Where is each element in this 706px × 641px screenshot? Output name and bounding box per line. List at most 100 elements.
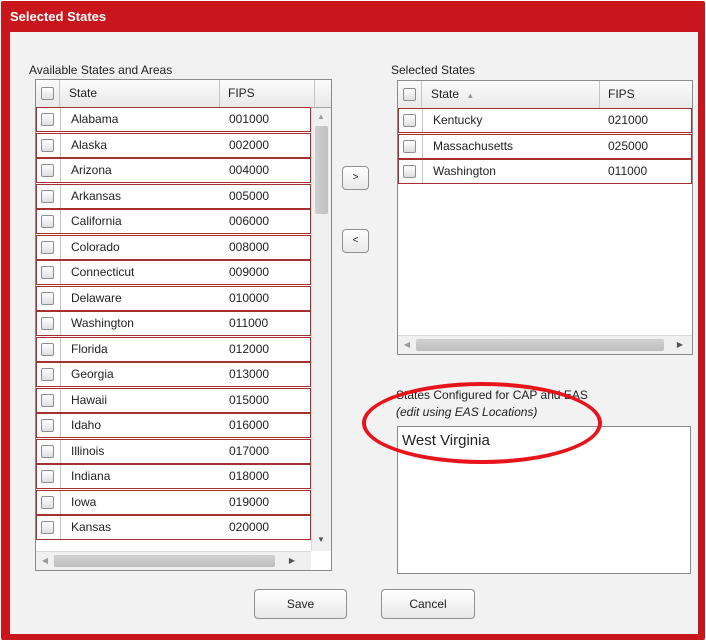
table-row[interactable]: Colorado 008000 — [36, 234, 311, 260]
row-checkbox[interactable] — [41, 138, 54, 152]
row-checkbox[interactable] — [41, 240, 54, 254]
row-checkbox-cell — [399, 134, 423, 158]
fips-code-cell: 019000 — [229, 494, 270, 509]
table-row[interactable]: Florida 012000 — [36, 336, 311, 362]
dialog-frame: Selected States Available States and Are… — [1, 1, 705, 640]
table-row[interactable]: Arkansas 005000 — [36, 183, 311, 209]
state-name-cell: Alaska — [71, 137, 108, 152]
scroll-down-icon[interactable]: ▼ — [315, 534, 327, 546]
fips-code-cell: 015000 — [229, 392, 270, 407]
table-row[interactable]: Alabama 001000 — [36, 107, 311, 132]
row-checkbox[interactable] — [41, 342, 54, 356]
row-checkbox-cell — [37, 133, 61, 157]
scroll-left-icon[interactable]: ◀ — [39, 555, 51, 567]
table-row[interactable]: Washington 011000 — [398, 159, 692, 184]
state-name-cell: Arkansas — [71, 188, 122, 203]
row-checkbox-cell — [399, 109, 423, 132]
table-row[interactable]: Indiana 018000 — [36, 464, 311, 489]
state-name-cell: Idaho — [71, 418, 102, 432]
table-row[interactable]: Massachusetts 025000 — [398, 133, 692, 159]
table-row[interactable]: Washington 011000 — [36, 311, 311, 336]
row-checkbox[interactable] — [41, 495, 54, 509]
row-checkbox-cell — [37, 108, 61, 131]
table-row[interactable]: California 006000 — [36, 209, 311, 234]
row-checkbox-cell — [37, 286, 61, 310]
row-checkbox[interactable] — [41, 368, 54, 381]
row-checkbox-cell — [37, 388, 61, 412]
fips-code-cell: 009000 — [229, 265, 270, 279]
selected-label: Selected States — [391, 63, 476, 77]
available-vertical-scrollbar[interactable]: ▲ ▼ — [311, 108, 331, 551]
scroll-right-icon[interactable]: ▶ — [674, 339, 686, 351]
row-checkbox[interactable] — [41, 291, 54, 305]
row-checkbox[interactable] — [403, 139, 416, 153]
sort-ascending-icon: ▲ — [466, 91, 475, 100]
fips-code-cell: 011000 — [608, 164, 648, 178]
table-row[interactable]: Illinois 017000 — [36, 438, 311, 464]
state-name-cell: Arizona — [71, 163, 112, 177]
table-row[interactable]: Alaska 002000 — [36, 132, 311, 158]
row-checkbox[interactable] — [41, 444, 54, 458]
available-select-all-checkbox[interactable] — [41, 87, 54, 100]
available-col-state[interactable]: State — [60, 80, 220, 107]
state-name-cell: Kansas — [71, 520, 112, 534]
remove-state-button[interactable]: < — [342, 229, 369, 253]
table-row[interactable]: Georgia 013000 — [36, 362, 311, 387]
state-name-cell: Illinois — [71, 443, 105, 458]
row-checkbox-cell — [37, 516, 61, 539]
state-name-cell: Colorado — [71, 239, 120, 254]
row-checkbox[interactable] — [41, 113, 54, 126]
table-row[interactable]: Connecticut 009000 — [36, 260, 311, 285]
row-checkbox[interactable] — [41, 317, 54, 330]
title-bar[interactable]: Selected States — [1, 1, 705, 31]
save-button[interactable]: Save — [254, 589, 347, 619]
state-name-cell: Florida — [71, 341, 108, 356]
state-name-cell: Indiana — [71, 469, 111, 483]
row-checkbox[interactable] — [41, 215, 54, 228]
row-checkbox[interactable] — [41, 266, 54, 279]
selected-col-fips[interactable]: FIPS — [600, 81, 692, 108]
add-state-button[interactable]: > — [342, 166, 369, 190]
row-checkbox[interactable] — [41, 470, 54, 483]
table-row[interactable]: Delaware 010000 — [36, 285, 311, 311]
available-horizontal-scrollbar[interactable]: ◀ ▶ — [36, 551, 311, 570]
scroll-right-icon[interactable]: ▶ — [286, 555, 298, 567]
row-checkbox[interactable] — [403, 114, 416, 127]
row-checkbox-cell — [37, 235, 61, 259]
fips-code-cell: 021000 — [608, 113, 649, 127]
row-checkbox[interactable] — [41, 393, 54, 407]
fips-code-cell: 001000 — [229, 112, 270, 126]
available-grid: State FIPS Alabama 001000 Alaska 002000 Ariz… — [35, 79, 332, 571]
available-header: State FIPS — [36, 80, 331, 108]
table-row[interactable]: Kansas 020000 — [36, 515, 311, 540]
highlight-ellipse — [362, 382, 602, 464]
selected-hscroll-thumb[interactable] — [416, 339, 664, 351]
table-row[interactable]: Iowa 019000 — [36, 489, 311, 515]
row-checkbox-cell — [37, 261, 61, 284]
fips-code-cell: 006000 — [229, 214, 270, 228]
selected-horizontal-scrollbar[interactable]: ◀ ▶ — [398, 335, 692, 354]
state-name-cell: Connecticut — [71, 265, 135, 279]
selected-header: State ▲ FIPS — [398, 81, 692, 109]
scroll-left-icon[interactable]: ◀ — [401, 339, 413, 351]
table-row[interactable]: Kentucky 021000 — [398, 108, 692, 133]
selected-col-state[interactable]: State ▲ — [422, 81, 600, 108]
row-checkbox[interactable] — [41, 164, 54, 177]
selected-select-all-checkbox[interactable] — [403, 88, 416, 101]
row-checkbox[interactable] — [403, 165, 416, 178]
row-checkbox[interactable] — [41, 419, 54, 432]
available-col-fips[interactable]: FIPS — [220, 80, 315, 107]
table-row[interactable]: Hawaii 015000 — [36, 387, 311, 413]
fips-code-cell: 012000 — [229, 341, 270, 356]
row-checkbox[interactable] — [41, 189, 54, 203]
table-row[interactable]: Idaho 016000 — [36, 413, 311, 438]
fips-code-cell: 013000 — [229, 367, 270, 381]
table-row[interactable]: Arizona 004000 — [36, 158, 311, 183]
fips-code-cell: 016000 — [229, 418, 270, 432]
row-checkbox[interactable] — [41, 521, 54, 534]
scroll-up-icon[interactable]: ▲ — [315, 111, 327, 123]
available-vscroll-thumb[interactable] — [315, 126, 328, 214]
cancel-button[interactable]: Cancel — [381, 589, 475, 619]
state-name-cell: Delaware — [71, 290, 122, 305]
available-hscroll-thumb[interactable] — [54, 555, 275, 567]
